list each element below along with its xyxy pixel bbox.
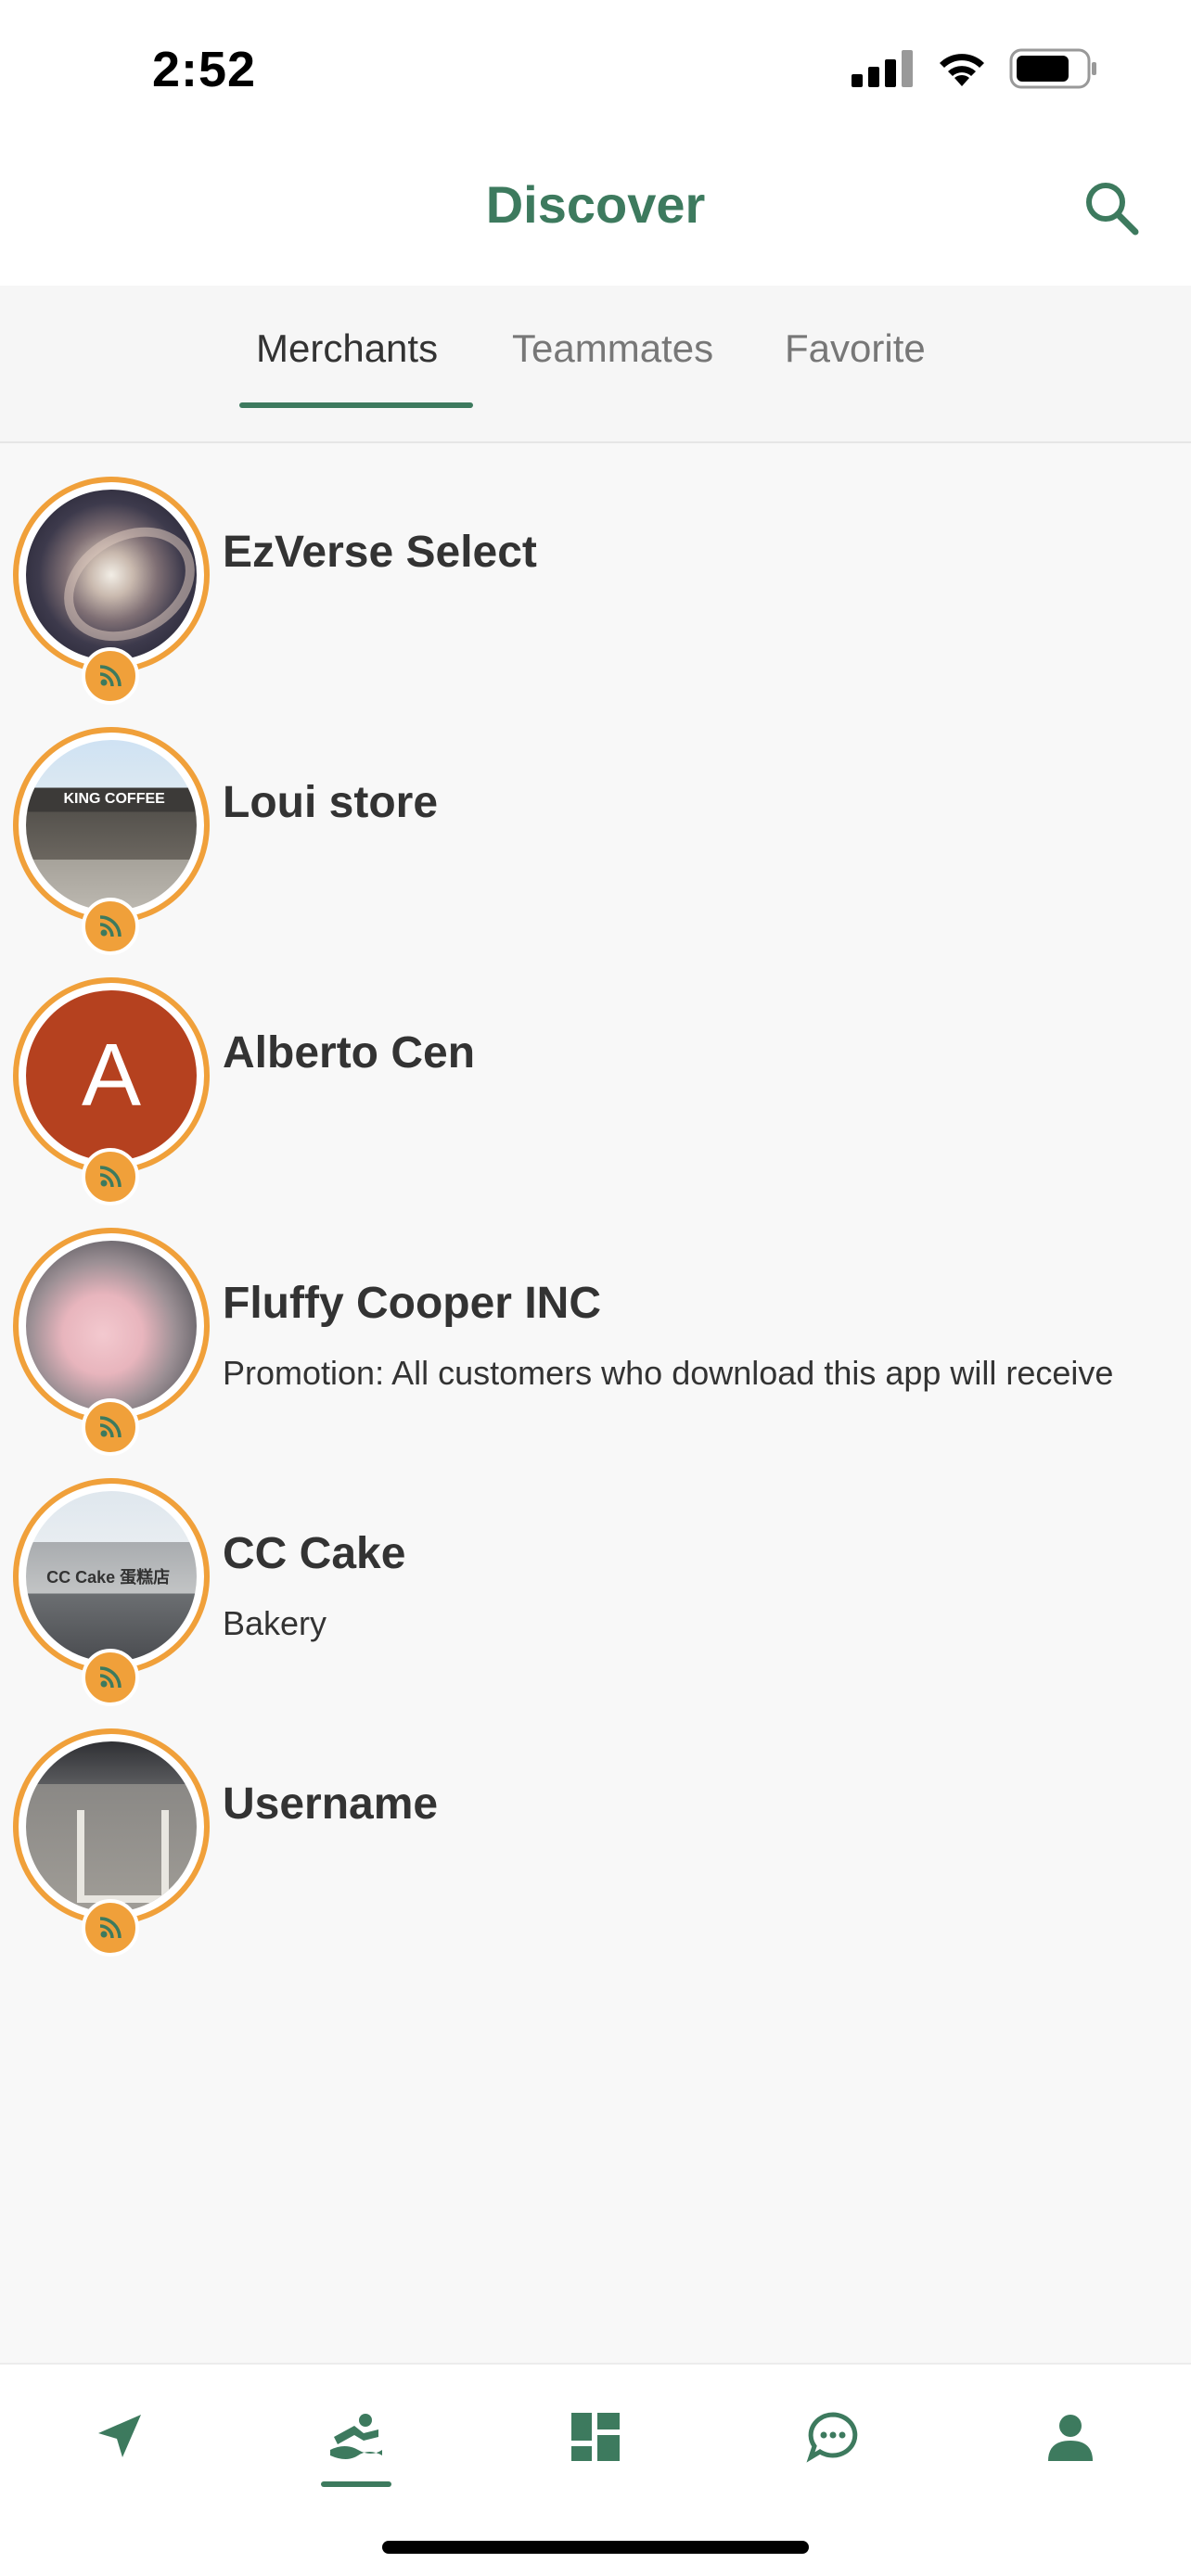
navigation-arrow-icon <box>98 2415 141 2457</box>
active-tab-indicator <box>239 402 473 408</box>
nav-chat[interactable] <box>796 2400 870 2474</box>
merchant-name: CC Cake <box>223 1529 406 1578</box>
cotton-candy-photo <box>26 1241 197 1411</box>
home-indicator[interactable] <box>382 2541 809 2554</box>
merchant-name: Username <box>223 1779 439 1829</box>
rss-icon <box>99 1416 122 1438</box>
merchant-list: EzVerse Select KING COFFEE Loui store A <box>0 445 1191 1957</box>
list-item[interactable]: Username <box>0 1697 1191 1957</box>
dashboard-icon <box>571 2413 620 2461</box>
nav-navigation[interactable] <box>82 2400 156 2474</box>
rss-icon <box>99 1917 122 1939</box>
status-time: 2:52 <box>152 42 257 97</box>
rss-icon <box>99 1166 122 1188</box>
list-item[interactable]: CC Cake 蛋糕店 CC Cake Bakery <box>0 1447 1191 1706</box>
bakery-storefront-photo: CC Cake 蛋糕店 <box>26 1491 197 1662</box>
tab-teammates[interactable]: Teammates <box>512 326 713 371</box>
avatar: A <box>13 977 210 1174</box>
search-button[interactable] <box>1082 178 1143 239</box>
list-item[interactable]: KING COFFEE Loui store <box>0 695 1191 955</box>
rss-icon <box>99 665 122 687</box>
galaxy-photo <box>26 490 197 660</box>
rss-icon <box>99 1666 122 1689</box>
search-icon <box>1086 183 1139 236</box>
nav-profile[interactable] <box>1033 2400 1108 2474</box>
letter-avatar: A <box>26 990 197 1161</box>
avatar <box>13 1728 210 1925</box>
battery-icon <box>1009 48 1096 89</box>
nav-discover[interactable] <box>319 2400 393 2474</box>
storefront-sign: KING COFFEE <box>63 791 165 808</box>
list-item[interactable]: A Alberto Cen <box>0 946 1191 1205</box>
wifi-icon <box>940 54 984 86</box>
merchant-name: EzVerse Select <box>223 528 537 577</box>
avatar: CC Cake 蛋糕店 <box>13 1478 210 1675</box>
status-icons <box>852 48 1098 89</box>
storefront-sign: CC Cake 蛋糕店 <box>46 1568 171 1588</box>
discover-icon <box>330 2414 382 2459</box>
list-item[interactable]: Fluffy Cooper INC Promotion: All custome… <box>0 1196 1191 1456</box>
avatar-letter: A <box>81 1026 142 1125</box>
chat-icon <box>806 2412 858 2463</box>
avatar: KING COFFEE <box>13 727 210 924</box>
status-bar: 2:52 <box>0 0 1191 139</box>
merchant-name: Fluffy Cooper INC <box>223 1279 601 1328</box>
coffee-shop-photo: KING COFFEE <box>26 740 197 911</box>
tab-favorite[interactable]: Favorite <box>785 326 926 371</box>
merchant-subtitle: Promotion: All customers who download th… <box>223 1354 1114 1392</box>
merchant-name: Alberto Cen <box>223 1028 476 1078</box>
page-title: Discover <box>485 175 706 234</box>
active-nav-indicator <box>321 2481 391 2487</box>
avatar <box>13 477 210 673</box>
cellular-signal-icon <box>852 50 913 87</box>
feed-badge <box>82 1899 139 1957</box>
parking-lot-photo <box>26 1741 197 1912</box>
bottom-nav <box>0 2363 1191 2576</box>
tab-merchants[interactable]: Merchants <box>256 326 438 371</box>
tab-bar: Merchants Teammates Favorite <box>0 286 1191 443</box>
rss-icon <box>99 915 122 937</box>
nav-dashboard[interactable] <box>558 2400 633 2474</box>
avatar <box>13 1228 210 1424</box>
profile-icon <box>1048 2415 1093 2461</box>
merchant-name: Loui store <box>223 778 439 827</box>
header: Discover <box>0 139 1191 286</box>
merchant-subtitle: Bakery <box>223 1604 327 1642</box>
list-item[interactable]: EzVerse Select <box>0 445 1191 705</box>
